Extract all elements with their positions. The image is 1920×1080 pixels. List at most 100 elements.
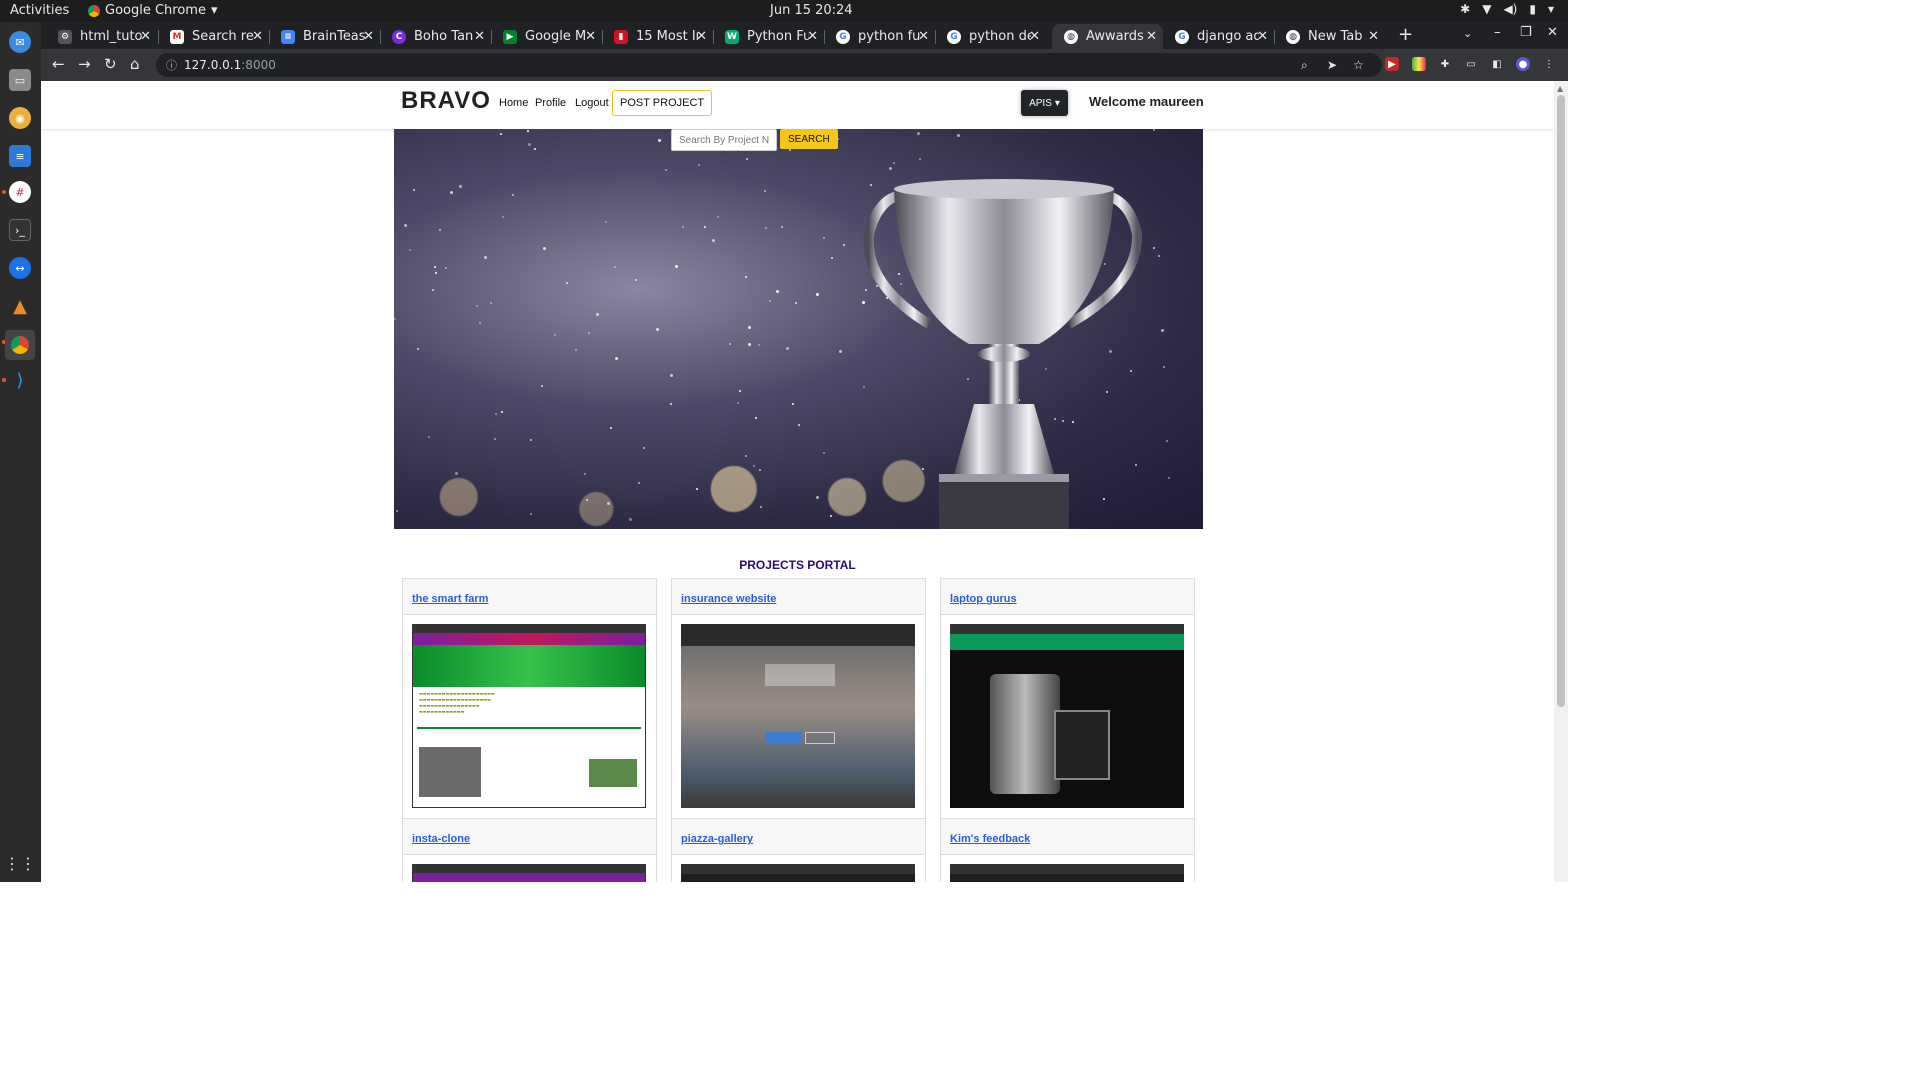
cast-icon[interactable]: ▭ bbox=[1464, 57, 1478, 71]
close-icon[interactable]: ✕ bbox=[140, 29, 151, 44]
home-icon[interactable]: ⌂ bbox=[130, 55, 140, 73]
close-icon[interactable]: ✕ bbox=[363, 29, 374, 44]
page-scrollbar[interactable]: ▲ bbox=[1554, 81, 1568, 882]
files-icon[interactable]: ▭ bbox=[9, 69, 31, 91]
sparkle bbox=[755, 417, 757, 419]
card-header: Kim's feedback bbox=[941, 819, 1194, 855]
app-menu[interactable]: Google Chrome ▾ bbox=[88, 3, 218, 18]
close-icon[interactable]: ✕ bbox=[585, 29, 596, 44]
project-card: piazza-gallery bbox=[671, 818, 926, 882]
tab[interactable]: ▶ Google Meet ✕ bbox=[491, 24, 602, 49]
tab[interactable]: C Boho Tan ✕ bbox=[380, 24, 491, 49]
project-title-link[interactable]: laptop gurus bbox=[950, 593, 1017, 605]
screenshot-headline bbox=[765, 664, 835, 686]
forward-icon[interactable]: → bbox=[78, 55, 91, 73]
post-project-button[interactable]: POST PROJECT bbox=[612, 90, 713, 116]
project-screenshot[interactable] bbox=[950, 864, 1184, 882]
project-title-link[interactable]: Kim's feedback bbox=[950, 833, 1030, 845]
sparkle bbox=[409, 249, 411, 251]
project-title-link[interactable]: insurance website bbox=[681, 593, 776, 605]
tab[interactable]: ◍ New Tab ✕ bbox=[1274, 24, 1385, 49]
minimize-icon[interactable]: – bbox=[1494, 25, 1501, 40]
project-title-link[interactable]: insta-clone bbox=[412, 833, 470, 845]
project-screenshot[interactable]: ▬▬▬▬▬▬▬▬▬▬▬▬▬▬▬▬▬▬▬▬ ▬▬▬▬▬▬▬▬▬▬▬▬▬▬▬▬▬▬▬ ▬… bbox=[412, 624, 646, 808]
scroll-up-arrow-icon[interactable]: ▲ bbox=[1557, 84, 1563, 93]
close-icon[interactable]: ✕ bbox=[1146, 29, 1157, 44]
site-info-icon[interactable]: ⓘ bbox=[166, 57, 177, 73]
project-screenshot[interactable] bbox=[412, 864, 646, 882]
search-form: SEARCH bbox=[671, 129, 838, 151]
slack-icon[interactable]: # bbox=[9, 181, 31, 203]
tab[interactable]: G python fun ✕ bbox=[824, 24, 935, 49]
close-icon[interactable]: ✕ bbox=[918, 29, 929, 44]
tab[interactable]: ≡ BrainTeaser ✕ bbox=[269, 24, 380, 49]
close-icon[interactable]: ✕ bbox=[696, 29, 707, 44]
address-bar[interactable]: ⓘ 127.0.0.1:8000 ⌕ ➤ ☆ bbox=[156, 53, 1382, 77]
vlc-icon[interactable]: ▲ bbox=[9, 295, 31, 317]
search-button[interactable]: SEARCH bbox=[780, 129, 838, 149]
terminal-icon[interactable]: ›_ bbox=[9, 219, 31, 241]
side-panel-icon[interactable]: ◧ bbox=[1490, 57, 1504, 71]
wifi-icon[interactable]: ▼ bbox=[1482, 2, 1491, 16]
send-icon[interactable]: ➤ bbox=[1327, 58, 1337, 72]
close-icon[interactable]: ✕ bbox=[252, 29, 263, 44]
card-body bbox=[672, 615, 925, 819]
battery-icon[interactable]: ▮ bbox=[1529, 2, 1536, 16]
close-icon[interactable]: ✕ bbox=[1257, 29, 1268, 44]
new-tab-button[interactable]: + bbox=[1398, 24, 1413, 45]
close-window-icon[interactable]: ✕ bbox=[1547, 25, 1558, 40]
nav-profile-link[interactable]: Profile bbox=[535, 97, 566, 109]
tab[interactable]: G django adm ✕ bbox=[1163, 24, 1274, 49]
close-icon[interactable]: ✕ bbox=[807, 29, 818, 44]
scrollbar-thumb[interactable] bbox=[1557, 95, 1565, 707]
chrome-dock-icon[interactable] bbox=[5, 330, 35, 360]
project-screenshot[interactable] bbox=[681, 624, 915, 808]
volume-icon[interactable]: ◀) bbox=[1503, 2, 1517, 16]
clock[interactable]: Jun 15 20:24 bbox=[770, 3, 853, 18]
activities-button[interactable]: Activities bbox=[10, 3, 69, 18]
menu-kebab-icon[interactable]: ⋮ bbox=[1542, 57, 1556, 71]
close-icon[interactable]: ✕ bbox=[474, 29, 485, 44]
nav-home-link[interactable]: Home bbox=[499, 97, 528, 109]
teamviewer-icon[interactable]: ↔ bbox=[9, 257, 31, 279]
close-icon[interactable]: ✕ bbox=[1029, 29, 1040, 44]
search-input[interactable] bbox=[671, 129, 777, 151]
extensions-puzzle-icon[interactable]: ✚ bbox=[1438, 57, 1452, 71]
thunderbird-icon[interactable]: ✉ bbox=[9, 31, 31, 53]
trophy-image bbox=[863, 179, 1143, 529]
close-icon[interactable]: ✕ bbox=[1368, 29, 1379, 44]
card-header: piazza-gallery bbox=[672, 819, 925, 855]
tab[interactable]: W Python Fu ✕ bbox=[713, 24, 824, 49]
project-screenshot[interactable] bbox=[950, 624, 1184, 808]
system-tray[interactable]: ✱ ▼ ◀) ▮ ▾ bbox=[1460, 2, 1554, 16]
project-title-link[interactable]: piazza-gallery bbox=[681, 833, 753, 845]
vscode-icon[interactable]: ⟩ bbox=[9, 369, 31, 391]
extension-record-icon[interactable]: ▶ bbox=[1385, 57, 1399, 71]
site-brand[interactable]: BRAVO bbox=[401, 87, 491, 115]
project-title-link[interactable]: the smart farm bbox=[412, 593, 488, 605]
zoom-icon[interactable]: ⌕ bbox=[1301, 58, 1308, 73]
tab[interactable]: M Search results ✕ bbox=[158, 24, 269, 49]
tab[interactable]: G python de ✕ bbox=[935, 24, 1046, 49]
reload-icon[interactable]: ↻ bbox=[104, 55, 117, 73]
nav-logout-link[interactable]: Logout bbox=[575, 97, 609, 109]
tab[interactable]: ▮ 15 Most Im ✕ bbox=[602, 24, 713, 49]
writer-icon[interactable]: ≡ bbox=[9, 145, 31, 167]
bookmark-star-icon[interactable]: ☆ bbox=[1353, 58, 1364, 72]
tab[interactable]: ⚙ html_tutor ✕ bbox=[46, 24, 157, 49]
slack-tray-icon[interactable]: ✱ bbox=[1460, 2, 1470, 16]
tab-active[interactable]: ◍ Awwards ✕ bbox=[1052, 24, 1163, 49]
project-screenshot[interactable] bbox=[681, 864, 915, 882]
power-menu-icon[interactable]: ▾ bbox=[1548, 2, 1554, 16]
extension-color-icon[interactable] bbox=[1412, 57, 1426, 71]
apis-dropdown-button[interactable]: APIS ▾ bbox=[1021, 90, 1068, 116]
sparkle bbox=[889, 167, 892, 170]
rhythmbox-icon[interactable]: ◉ bbox=[9, 107, 31, 129]
screenshot-button bbox=[805, 732, 835, 744]
show-apps-icon[interactable]: ⋮⋮ bbox=[4, 852, 36, 874]
tab-search-icon[interactable]: ⌄ bbox=[1463, 27, 1472, 40]
globe-icon: ◍ bbox=[1286, 29, 1300, 44]
profile-avatar[interactable]: ● bbox=[1516, 57, 1530, 71]
back-icon[interactable]: ← bbox=[52, 55, 65, 73]
restore-icon[interactable]: ❐ bbox=[1520, 25, 1532, 40]
